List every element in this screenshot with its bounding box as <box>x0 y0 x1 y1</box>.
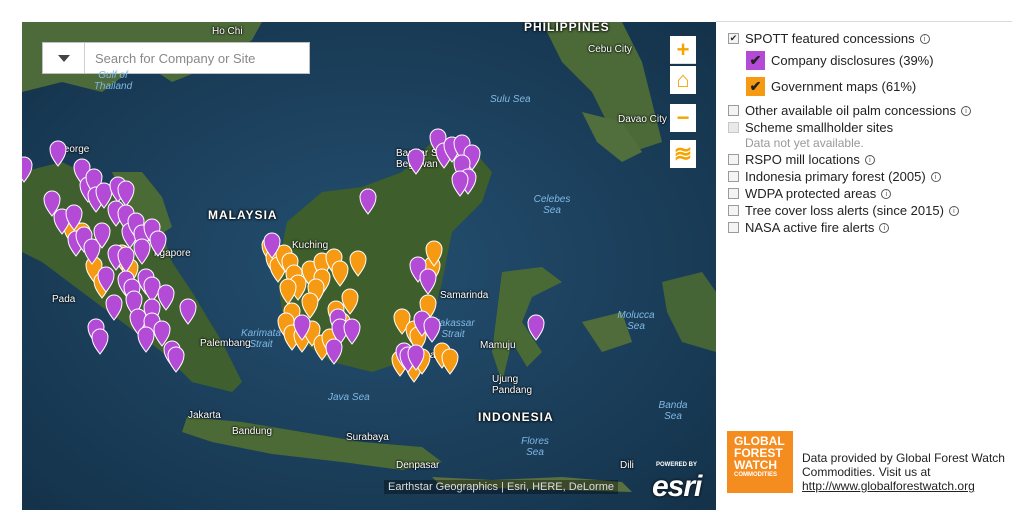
layer-tree-cover[interactable]: Tree cover loss alerts (since 2015) i <box>728 202 1018 219</box>
info-icon[interactable]: i <box>961 105 971 116</box>
concession-marker[interactable] <box>419 268 437 295</box>
nasa-fire-label: NASA active fire alerts <box>745 220 875 235</box>
concession-marker[interactable] <box>137 326 155 353</box>
concession-markers <box>22 128 545 383</box>
concession-marker[interactable] <box>423 316 441 343</box>
concession-marker[interactable] <box>359 188 377 215</box>
concession-marker[interactable] <box>91 328 109 355</box>
concession-marker[interactable] <box>325 338 343 365</box>
primary-forest-label: Indonesia primary forest (2005) <box>745 169 926 184</box>
tree-cover-checkbox[interactable] <box>728 205 739 216</box>
map-attribution: Earthstar Geographics | Esri, HERE, DeLo… <box>384 480 618 494</box>
other-oil-palm-checkbox[interactable] <box>728 105 739 116</box>
concession-marker[interactable] <box>167 346 185 373</box>
gfw-logo[interactable]: GLOBAL FOREST WATCH COMMODITIES <box>727 431 793 493</box>
layer-spott[interactable]: SPOTT featured concessions i <box>728 30 1018 47</box>
concession-marker[interactable] <box>105 294 123 321</box>
info-icon[interactable]: i <box>948 205 959 216</box>
rspo-label: RSPO mill locations <box>745 152 860 167</box>
spott-checkbox[interactable] <box>728 33 739 44</box>
scheme-label: Scheme smallholder sites <box>745 120 894 135</box>
concession-marker[interactable] <box>527 314 545 341</box>
concession-marker[interactable] <box>143 276 161 303</box>
info-icon[interactable]: i <box>930 171 941 182</box>
info-icon[interactable]: i <box>864 154 875 165</box>
legend-company-disclosures: ✔ Company disclosures (39%) <box>746 47 1018 73</box>
other-oil-palm-label: Other available oil palm concessions <box>745 103 956 118</box>
primary-forest-checkbox[interactable] <box>728 171 739 182</box>
scheme-note: Data not yet available. <box>745 136 864 150</box>
legend-government-maps: ✔ Government maps (61%) <box>746 73 1018 99</box>
info-icon[interactable]: i <box>881 188 892 199</box>
check-swatch-icon: ✔ <box>746 50 765 70</box>
concession-marker[interactable] <box>331 260 349 287</box>
credit-text: Data provided by Global Forest Watch Com… <box>802 451 1005 479</box>
gfw-logo-line: WATCH <box>734 458 778 472</box>
concession-marker[interactable] <box>349 250 367 277</box>
data-credit: Data provided by Global Forest Watch Com… <box>802 451 1012 493</box>
concession-marker[interactable] <box>441 348 459 375</box>
government-maps-label: Government maps (61%) <box>771 78 917 94</box>
esri-logo[interactable]: esri <box>652 470 702 504</box>
layer-other-oil-palm[interactable]: Other available oil palm concessions i <box>728 102 1018 119</box>
layer-scheme-smallholder: Scheme smallholder sites <box>728 119 1018 136</box>
panel-top-divider <box>716 21 1012 22</box>
check-swatch-icon: ✔ <box>746 76 765 96</box>
gfw-link[interactable]: http://www.globalforestwatch.org <box>802 479 1012 493</box>
concession-marker[interactable] <box>279 278 297 305</box>
layer-nasa-fire[interactable]: NASA active fire alerts i <box>728 219 1018 236</box>
concession-marker[interactable] <box>133 238 151 265</box>
company-disclosures-label: Company disclosures (39%) <box>771 52 934 68</box>
concession-marker[interactable] <box>301 292 319 319</box>
layer-wdpa[interactable]: WDPA protected areas i <box>728 185 1018 202</box>
rspo-checkbox[interactable] <box>728 154 739 165</box>
concession-marker[interactable] <box>407 148 425 175</box>
concession-marker[interactable] <box>22 156 33 183</box>
concession-marker[interactable] <box>49 140 67 167</box>
layer-rspo[interactable]: RSPO mill locations i <box>728 151 1018 168</box>
layer-primary-forest[interactable]: Indonesia primary forest (2005) i <box>728 168 1018 185</box>
wdpa-label: WDPA protected areas <box>745 186 877 201</box>
tree-cover-label: Tree cover loss alerts (since 2015) <box>745 203 944 218</box>
layers-panel: SPOTT featured concessions i ✔ Company d… <box>728 30 1018 236</box>
concession-marker[interactable] <box>179 298 197 325</box>
wdpa-checkbox[interactable] <box>728 188 739 199</box>
gfw-logo-line: COMMODITIES <box>734 472 777 478</box>
powered-by-label: POWERED BY <box>656 462 698 468</box>
scheme-checkbox <box>728 122 739 133</box>
concession-marker[interactable] <box>343 318 361 345</box>
concession-marker[interactable] <box>149 230 167 257</box>
info-icon[interactable]: i <box>919 33 930 44</box>
concession-marker[interactable] <box>451 170 469 197</box>
spott-label: SPOTT featured concessions <box>745 31 915 46</box>
map-view[interactable]: + ⌂ − ≋ Ho Chi Cebu City Davao City Geor… <box>22 22 716 510</box>
info-icon[interactable]: i <box>879 222 890 233</box>
nasa-fire-checkbox[interactable] <box>728 222 739 233</box>
